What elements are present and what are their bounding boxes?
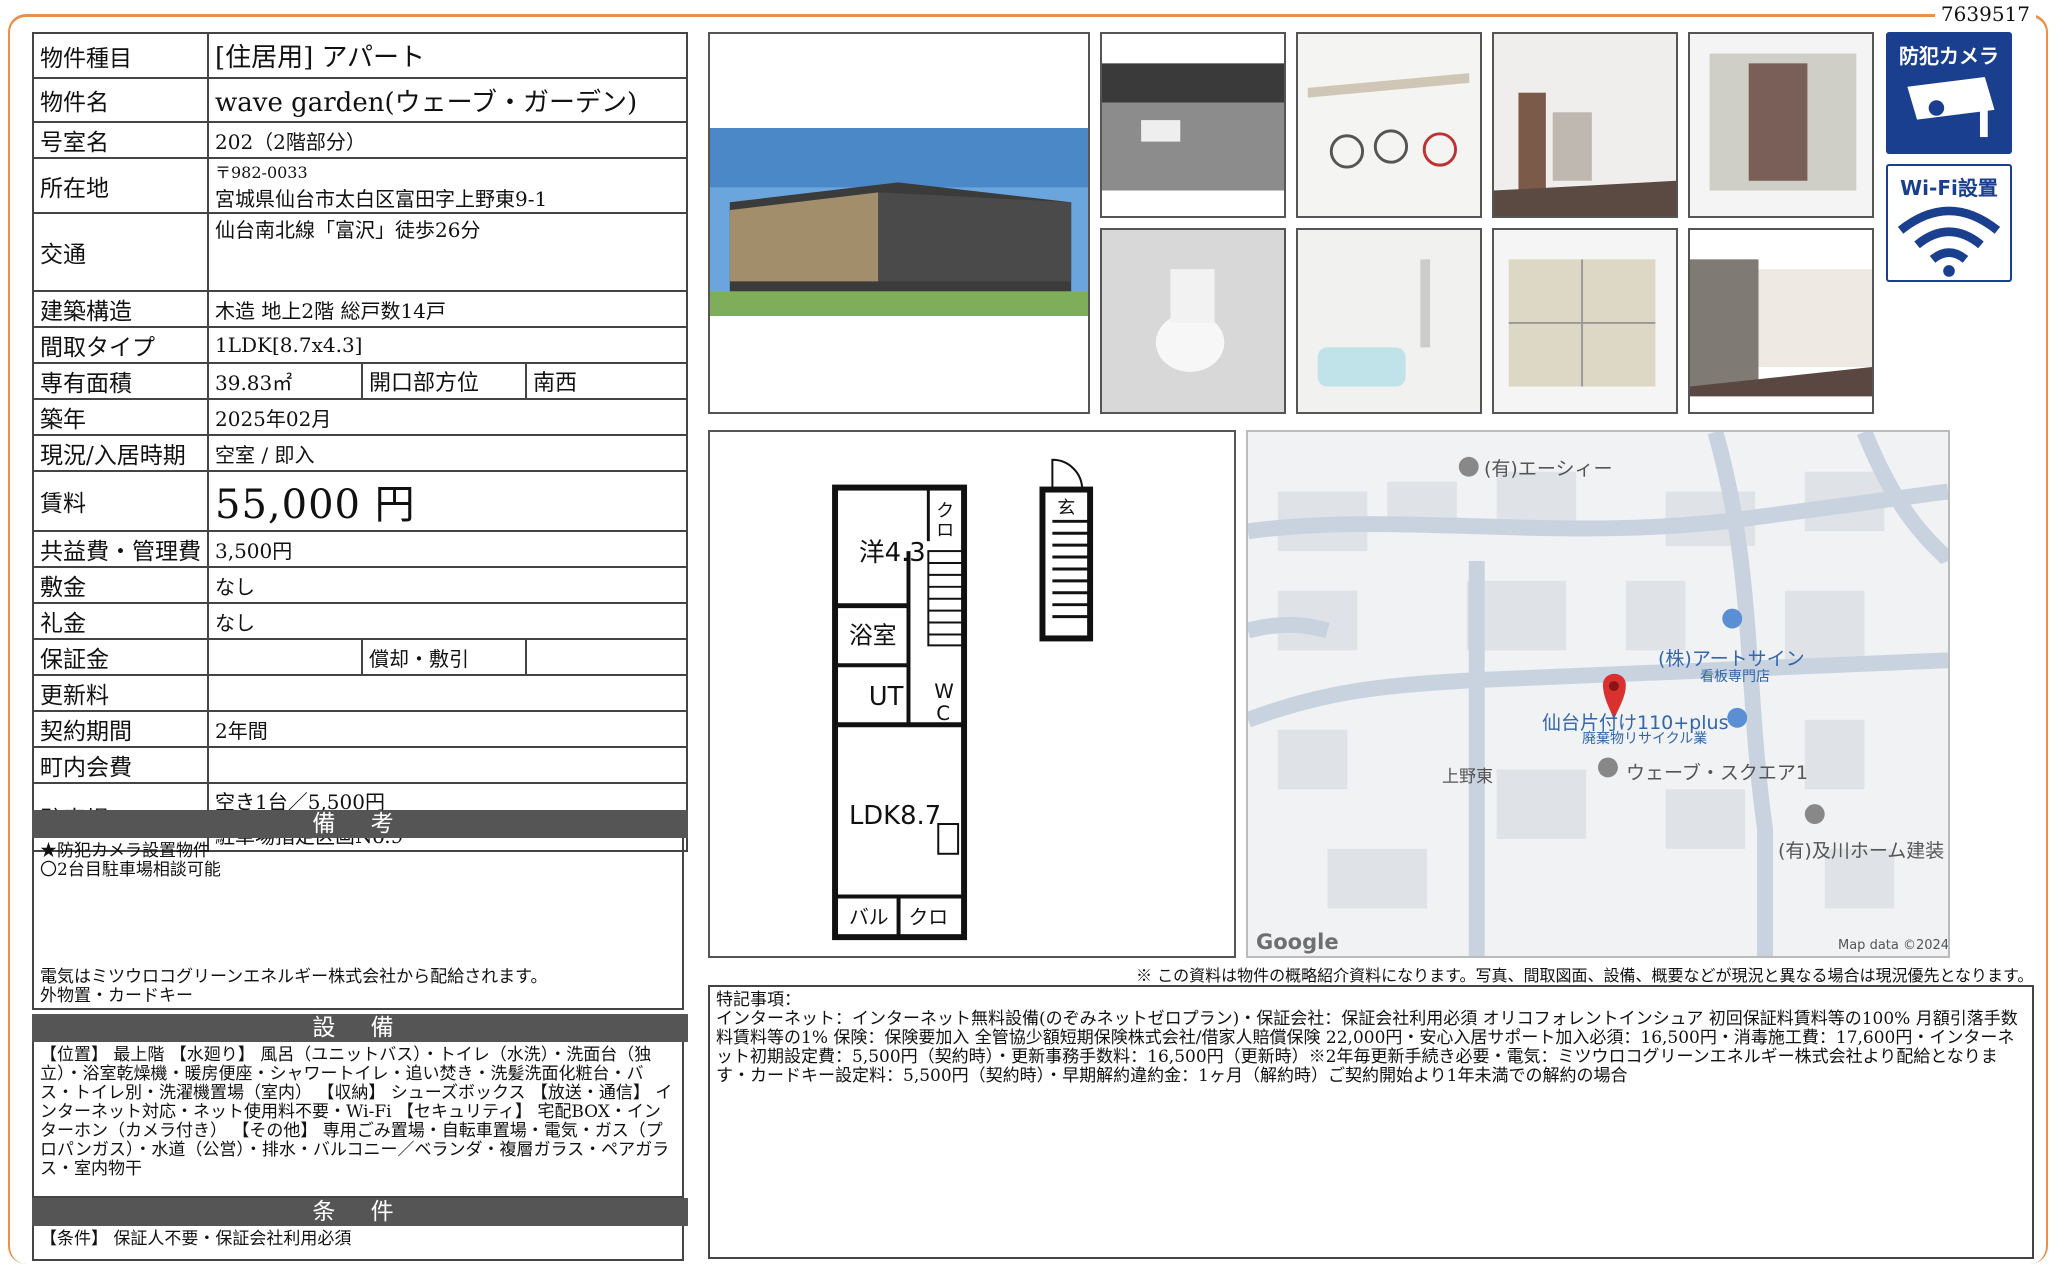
special-notes-box: 特記事項： インターネット：インターネット無料設備(のぞみネットゼロプラン)・保… bbox=[708, 985, 2034, 1259]
contract-value: 2年間 bbox=[207, 710, 688, 748]
address-value: 宮城県仙台市太白区富田字上野東9-1 bbox=[215, 187, 548, 211]
amort-label: 償却・敷引 bbox=[361, 638, 527, 676]
photo-exterior[interactable] bbox=[708, 32, 1090, 414]
guarantee-label: 保証金 bbox=[32, 638, 209, 676]
photo-kitchen[interactable] bbox=[1492, 32, 1678, 218]
neighborhood-label: 町内会費 bbox=[32, 746, 209, 784]
deposit-value: なし bbox=[207, 566, 688, 604]
remark-line-4: 外物置・カードキー bbox=[40, 986, 193, 1006]
key-money-label: 礼金 bbox=[32, 602, 209, 640]
address-label: 所在地 bbox=[32, 157, 209, 214]
address-cell: 〒982-0033 宮城県仙台市太白区富田字上野東9-1 bbox=[207, 157, 688, 214]
disclaimer-note: ※ この資料は物件の概略紹介資料になります。写真、間取図面、設備、概要などが現況… bbox=[1136, 966, 2034, 985]
camera-badge-label: 防犯カメラ bbox=[1899, 44, 1999, 68]
fee-value: 3,500円 bbox=[207, 530, 688, 568]
floor-plan-drawing: 洋4.3 浴室 UT W C LDK8.7 ク ロ 玄 バル クロ bbox=[832, 458, 1094, 941]
status-value: 空室 / 即入 bbox=[207, 434, 688, 472]
security-camera-icon bbox=[1907, 77, 1995, 138]
map-area-label: 上野東 bbox=[1442, 767, 1493, 787]
photo-parking[interactable] bbox=[1100, 32, 1286, 218]
room-closet-top-2: ロ bbox=[936, 520, 954, 541]
conditions-title: 条 件 bbox=[32, 1198, 688, 1226]
deposit-label: 敷金 bbox=[32, 566, 209, 604]
location-map[interactable]: (有)エーシィー (株)アートサイン 看板専門店 仙台片付け110+plus 廃… bbox=[1246, 430, 1950, 958]
map-place-2-sub: 看板専門店 bbox=[1700, 669, 1770, 685]
photo-delivery-box[interactable] bbox=[1492, 228, 1678, 414]
room-western: 洋4.3 bbox=[859, 538, 926, 568]
document-id: 7639517 bbox=[1934, 2, 2036, 26]
room-value: 202（2階部分） bbox=[207, 121, 688, 159]
structure-value: 木造 地上2階 総戸数14戸 bbox=[207, 290, 688, 328]
remarks-box: ★防犯カメラ設置物件 〇2台目駐車場相談可能 電気はミツウロコグリーンエネルギー… bbox=[32, 838, 684, 1010]
transport-label: 交通 bbox=[32, 212, 209, 292]
special-notes-heading: 特記事項： bbox=[716, 990, 801, 1010]
room-wc-bottom: C bbox=[936, 702, 950, 725]
conditions-text: 【条件】 保証人不要・保証会社利用必須 bbox=[40, 1229, 352, 1249]
renewal-label: 更新料 bbox=[32, 674, 209, 712]
amort-value bbox=[525, 638, 688, 676]
map-copyright: Map data ©2024 bbox=[1838, 938, 1950, 953]
room-wc-top: W bbox=[934, 680, 954, 703]
layout-label: 間取タイプ bbox=[32, 326, 209, 364]
layout-value: 1LDK[8.7x4.3] bbox=[207, 326, 688, 364]
equipment-text: 【位置】 最上階 【水廻り】 風呂（ユニットバス）・トイレ（水洗）・洗面台（独立… bbox=[40, 1045, 673, 1179]
remarks-title: 備 考 bbox=[32, 810, 688, 838]
direction-value: 南西 bbox=[525, 362, 688, 400]
room-closet-bottom: クロ bbox=[908, 906, 948, 929]
remark-line-1: ★防犯カメラ設置物件 bbox=[40, 841, 210, 861]
map-place-4: ウェーブ・スクエア1 bbox=[1626, 762, 1808, 784]
area-value: 39.83㎡ bbox=[207, 362, 363, 400]
room-ldk: LDK8.7 bbox=[849, 801, 941, 831]
room-ut: UT bbox=[869, 682, 904, 712]
guarantee-value bbox=[207, 638, 363, 676]
photo-room[interactable] bbox=[1688, 228, 1874, 414]
built-label: 築年 bbox=[32, 398, 209, 436]
map-place-5: (有)及川ホーム建装 bbox=[1778, 840, 1945, 862]
built-value: 2025年02月 bbox=[207, 398, 688, 436]
name-value: wave garden(ウェーブ・ガーデン) bbox=[207, 77, 688, 123]
structure-label: 建築構造 bbox=[32, 290, 209, 328]
google-logo: Google bbox=[1256, 930, 1339, 954]
equipment-title: 設 備 bbox=[32, 1014, 688, 1042]
special-notes-text: インターネット：インターネット無料設備(のぞみネットゼロプラン)・保証会社：保証… bbox=[716, 1009, 2018, 1086]
postal-code: 〒982-0033 bbox=[215, 163, 308, 182]
neighborhood-value bbox=[207, 746, 688, 784]
fee-label: 共益費・管理費 bbox=[32, 530, 209, 568]
rent-label: 賃料 bbox=[32, 470, 209, 532]
wifi-badge-label: Wi-Fi設置 bbox=[1900, 176, 1998, 200]
map-roads bbox=[1248, 432, 1948, 956]
room-balcony: バル bbox=[849, 906, 889, 929]
rent-value: 55,000 円 bbox=[207, 470, 688, 532]
map-place-1: (有)エーシィー bbox=[1484, 458, 1613, 480]
transport-value: 仙台南北線「富沢」徒歩26分 bbox=[207, 212, 688, 292]
photo-storage-shed[interactable] bbox=[1688, 32, 1874, 218]
equipment-box: 【位置】 最上階 【水廻り】 風呂（ユニットバス）・トイレ（水洗）・洗面台（独立… bbox=[32, 1042, 684, 1198]
room-label: 号室名 bbox=[32, 121, 209, 159]
photo-bicycle-parking[interactable] bbox=[1296, 32, 1482, 218]
direction-label: 開口部方位 bbox=[361, 362, 527, 400]
room-closet-top-1: ク bbox=[936, 500, 954, 521]
key-money-value: なし bbox=[207, 602, 688, 640]
name-label: 物件名 bbox=[32, 77, 209, 123]
security-camera-badge: 防犯カメラ bbox=[1886, 32, 2012, 154]
map-place-3-sub: 廃棄物リサイクル業 bbox=[1582, 731, 1708, 747]
type-label: 物件種目 bbox=[32, 32, 209, 79]
wifi-badge: Wi-Fi設置 bbox=[1886, 164, 2012, 282]
conditions-box: 【条件】 保証人不要・保証会社利用必須 bbox=[32, 1226, 684, 1261]
area-label: 専有面積 bbox=[32, 362, 209, 400]
remark-line-2: 〇2台目駐車場相談可能 bbox=[40, 860, 221, 880]
floor-plan[interactable]: 洋4.3 浴室 UT W C LDK8.7 ク ロ 玄 バル クロ bbox=[708, 430, 1236, 958]
type-value: [住居用] アパート bbox=[207, 32, 688, 79]
status-label: 現況/入居時期 bbox=[32, 434, 209, 472]
room-entrance: 玄 bbox=[1057, 497, 1075, 518]
property-spec-table: 物件種目 [住居用] アパート 物件名 wave garden(ウェーブ・ガーデン)… bbox=[32, 32, 688, 852]
photo-bathroom[interactable] bbox=[1296, 228, 1482, 414]
remark-line-3: 電気はミツウロコグリーンエネルギー株式会社から配給されます。 bbox=[40, 967, 548, 987]
photo-toilet[interactable] bbox=[1100, 228, 1286, 414]
wifi-icon bbox=[1897, 206, 2001, 277]
room-bath: 浴室 bbox=[849, 621, 897, 649]
contract-label: 契約期間 bbox=[32, 710, 209, 748]
renewal-value bbox=[207, 674, 688, 712]
